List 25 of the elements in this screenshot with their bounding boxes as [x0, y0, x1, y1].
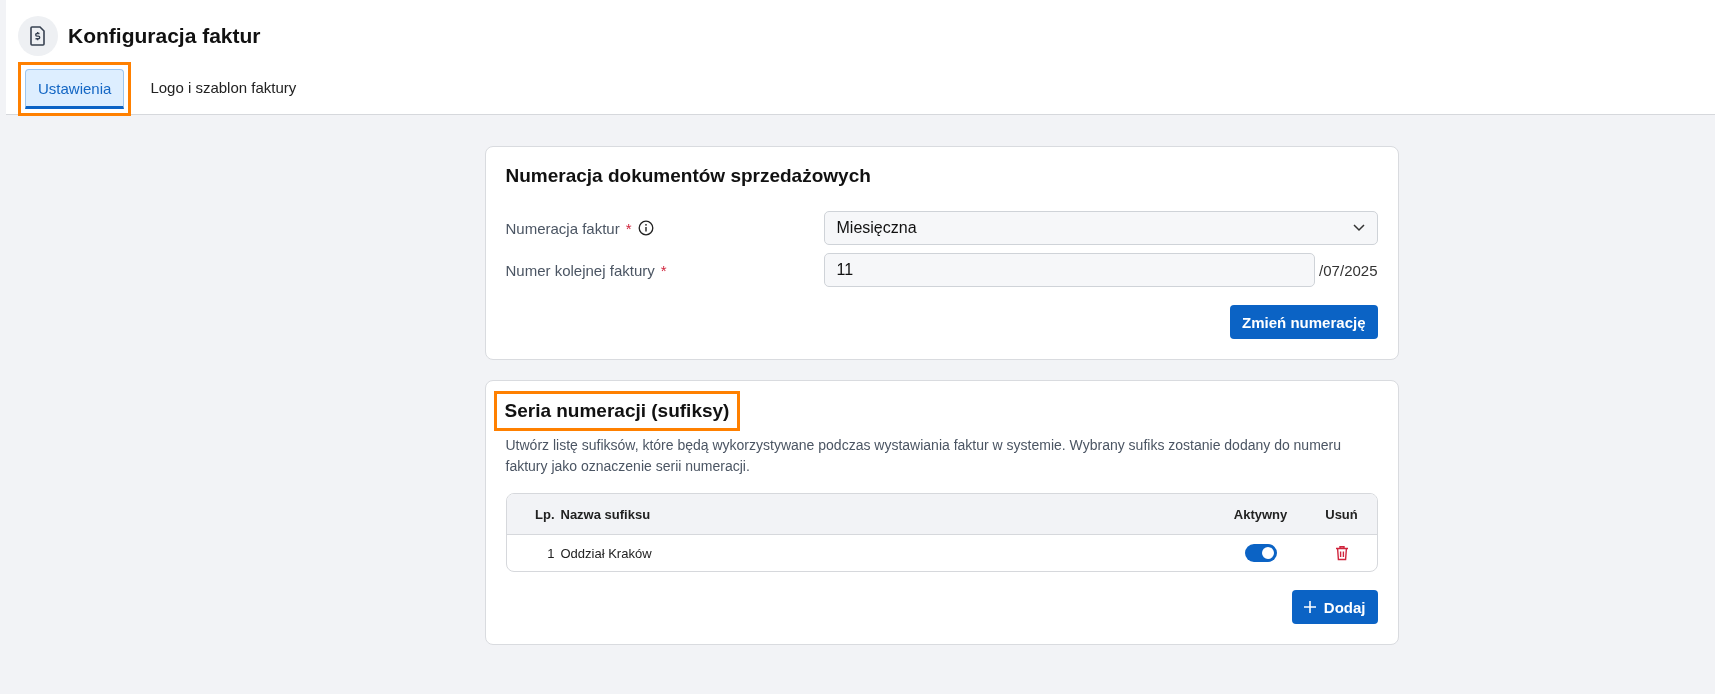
delete-icon[interactable]: [1334, 545, 1349, 561]
column-header: Usuń: [1325, 506, 1358, 522]
number-suffix: /07/2025: [1319, 261, 1378, 279]
select-field[interactable]: Miesięczna: [823, 211, 1378, 245]
field-label: Numeracja faktur *: [505, 219, 824, 237]
column-header: Lp.: [534, 506, 555, 522]
tab[interactable]: Ustawienia: [25, 69, 125, 109]
card-title: Seria numeracji (sufiksy): [504, 400, 730, 422]
change-numbering-button[interactable]: Zmień numerację: [1230, 305, 1378, 339]
input-field[interactable]: 11: [823, 253, 1316, 287]
info-icon[interactable]: [637, 220, 654, 236]
column-header: Nazwa sufiksu: [560, 506, 652, 522]
card-title: Numeracja dokumentów sprzedażowych: [505, 165, 872, 187]
table-cell-text: Oddział Kraków: [560, 545, 653, 561]
chevron-icon: [1352, 224, 1365, 232]
column-header: Aktywny: [1233, 506, 1288, 522]
field-label: Numer kolejnej faktury *: [505, 261, 668, 279]
page-title: Konfiguracja faktur: [68, 24, 261, 48]
description: Utwórz listę sufiksów, które będą wykorzystywane podczas wystawiania faktur w systemie. Wybrany sufiks zostanie dodany do numeru faktury jako oznaczenie serii numeracji.: [505, 436, 1343, 476]
tab[interactable]: Logo i szablon faktury: [138, 69, 309, 108]
toggle-switch[interactable]: [1244, 544, 1277, 562]
plus-icon: [1303, 601, 1316, 613]
invoice-icon: [18, 16, 58, 56]
table-cell-text: 1: [546, 545, 555, 561]
add-button[interactable]: Dodaj: [1291, 590, 1378, 624]
